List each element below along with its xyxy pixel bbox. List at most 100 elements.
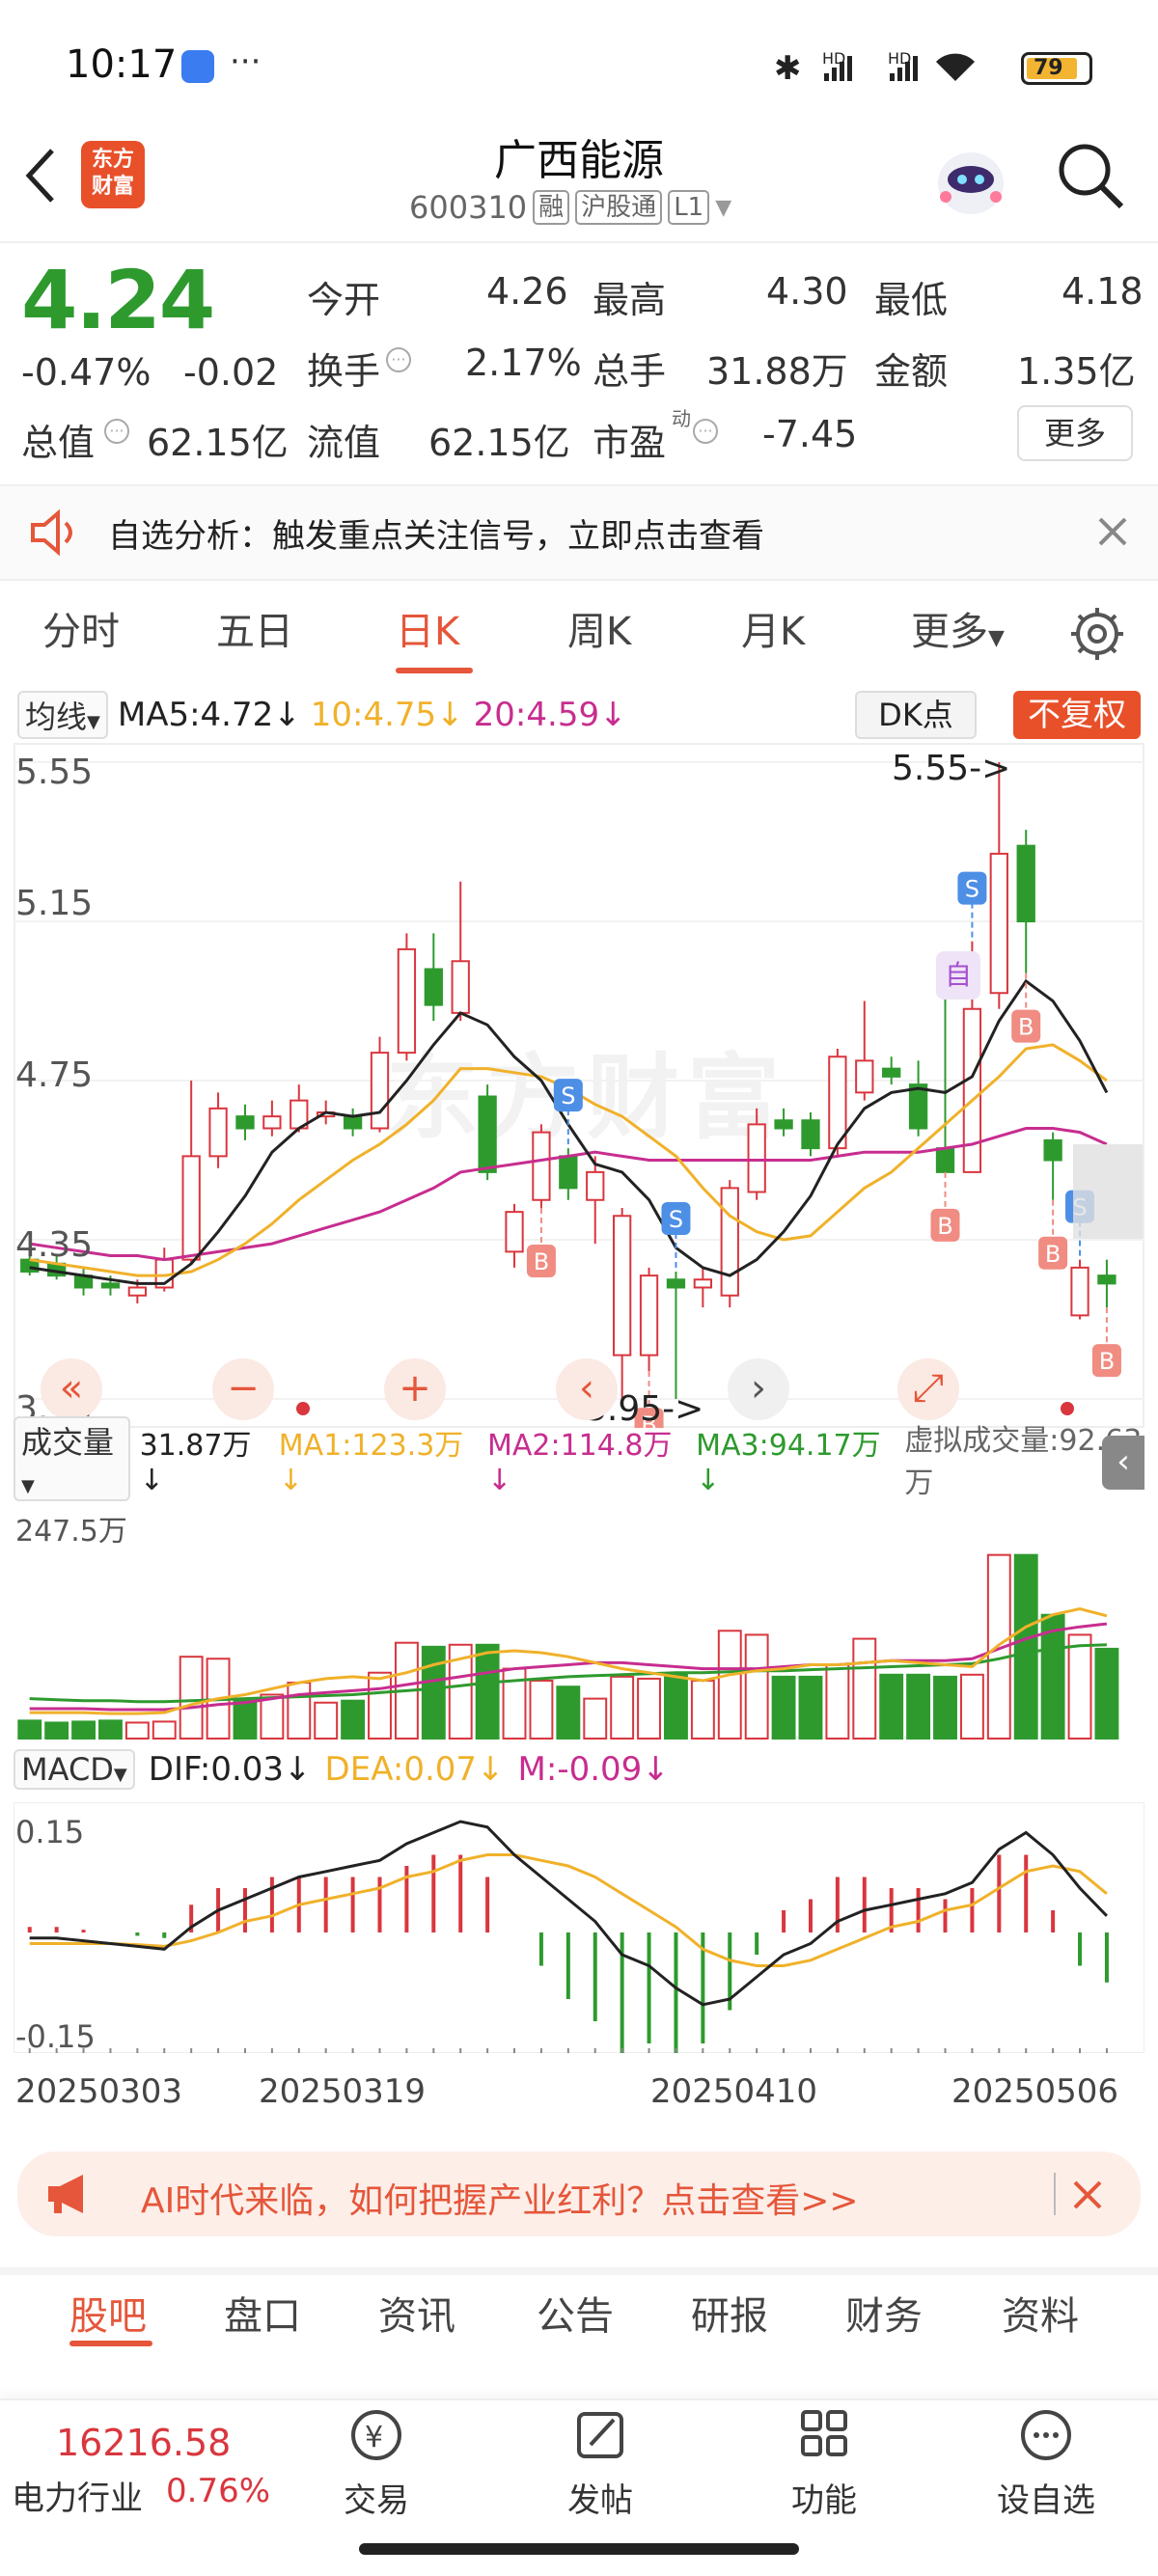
scroll-left-button[interactable]: ‹ — [556, 1358, 618, 1420]
function-button[interactable]: 功能 — [757, 2406, 892, 2521]
volume-bar — [287, 1682, 312, 1740]
more-button[interactable]: 更多 — [1017, 405, 1133, 461]
candle-body — [908, 1083, 928, 1130]
settings-gear-icon[interactable] — [1069, 606, 1125, 662]
tab-profile[interactable]: 资料 — [1002, 2285, 1079, 2341]
megaphone-icon — [48, 2175, 83, 2213]
candle-body — [127, 1286, 148, 1297]
app-notification-icon — [181, 50, 214, 83]
macd-bottom-label: -0.15 — [15, 2018, 96, 2055]
stock-code: 600310 — [409, 189, 528, 226]
zoom-out-button[interactable]: − — [212, 1358, 274, 1420]
change-amt: -0.02 — [183, 351, 279, 394]
close-ad-icon[interactable] — [1071, 2179, 1104, 2211]
signal-badge-label: S — [561, 1082, 575, 1110]
collapse-panel-button[interactable]: ‹ — [1102, 1436, 1144, 1490]
macd-indicator-row: MACD▼ DIF:0.03↓ DEA:0.07↓ M:-0.09↓ — [14, 1746, 670, 1793]
zoom-in-button[interactable]: + — [384, 1358, 446, 1420]
tab-more[interactable]: 更多▼ — [911, 600, 1005, 656]
level-tag: L1 — [668, 190, 710, 225]
kline-chart[interactable]: SSBBSBBBSB — [14, 743, 1144, 1428]
volume-bar — [368, 1671, 392, 1740]
tab-weekly-k[interactable]: 周K — [567, 600, 631, 656]
tab-five-day[interactable]: 五日 — [216, 600, 293, 656]
volume-bar — [44, 1721, 69, 1740]
volume-bar — [583, 1697, 608, 1740]
home-indicator[interactable] — [359, 2543, 799, 2555]
speaker-icon — [31, 509, 72, 556]
scroll-right-button[interactable]: › — [728, 1358, 789, 1420]
turnover-value: 2.17% — [465, 342, 582, 384]
info-dots-icon[interactable]: ··· — [104, 419, 129, 444]
tab-daily-k[interactable]: 日K — [396, 600, 459, 656]
high-label: 最高 — [593, 279, 667, 321]
add-watchlist-button[interactable]: 设自选 — [979, 2406, 1114, 2521]
volume-bar — [71, 1720, 96, 1740]
tab-announcement[interactable]: 公告 — [537, 2285, 614, 2341]
scroll-left-fast-button[interactable]: « — [41, 1358, 102, 1420]
max-price-label: 5.55-> — [892, 749, 1011, 788]
volume-dropdown[interactable]: 成交量▼ — [14, 1416, 130, 1501]
pe-label: 市盈 — [593, 422, 667, 464]
alert-dot — [1061, 1402, 1074, 1415]
candle-body — [424, 968, 443, 1006]
tab-monthly-k[interactable]: 月K — [741, 600, 805, 656]
ad-text[interactable]: AI时代来临，如何把握产业红利？点击查看>> — [141, 2173, 859, 2223]
change-pct: -0.47% — [21, 351, 152, 394]
volume-bar — [1094, 1647, 1119, 1740]
open-value: 4.26 — [486, 270, 568, 313]
volume-bar — [17, 1719, 42, 1740]
tab-research[interactable]: 研报 — [691, 2285, 768, 2341]
adjust-mode-button[interactable]: 不复权 — [1013, 691, 1141, 739]
close-icon[interactable] — [1096, 515, 1129, 548]
search-icon[interactable] — [1056, 141, 1125, 210]
volume-bar — [906, 1673, 931, 1740]
date-label: 20250506 — [951, 2072, 1119, 2111]
candle-body — [747, 1123, 766, 1193]
candle-body — [181, 1155, 201, 1261]
fullscreen-button[interactable]: ⤢ — [897, 1358, 959, 1420]
float-label: 流值 — [307, 422, 381, 464]
industry-index-value[interactable]: 16216.58 — [56, 2422, 231, 2464]
macd-chart[interactable] — [14, 1802, 1144, 2053]
content-tab-underline — [69, 2341, 152, 2346]
macd-top-label: 0.15 — [15, 1814, 85, 1850]
candle-body — [208, 1107, 228, 1158]
ad-divider — [1054, 2173, 1056, 2215]
volume-bar — [421, 1645, 446, 1740]
volume-chart[interactable] — [14, 1492, 1144, 1740]
dk-point-button[interactable]: DK点 — [855, 691, 977, 739]
volume-bar — [637, 1677, 661, 1740]
volume-bar — [314, 1701, 339, 1740]
robot-assistant-icon[interactable] — [932, 135, 1009, 222]
tab-pankou[interactable]: 盘口 — [224, 2285, 301, 2341]
industry-change[interactable]: 0.76% — [166, 2472, 270, 2510]
volume-bar — [179, 1656, 204, 1740]
post-button[interactable]: 发帖 — [533, 2406, 668, 2521]
ma-dropdown[interactable]: 均线▼ — [17, 691, 108, 739]
volume-bar — [1067, 1633, 1092, 1740]
battery-icon: 79 — [1021, 52, 1092, 85]
ma10-value: 10:4.75↓ — [310, 696, 464, 734]
industry-label[interactable]: 电力行业 — [12, 2472, 143, 2519]
tab-intraday[interactable]: 分时 — [42, 600, 120, 656]
tab-news[interactable]: 资讯 — [378, 2285, 455, 2341]
volume-value: 31.87万↓ — [139, 1428, 252, 1497]
candle-body — [505, 1211, 524, 1253]
candle-body — [612, 1215, 632, 1357]
macd-dropdown[interactable]: MACD▼ — [14, 1749, 135, 1790]
info-dots-icon[interactable]: ··· — [693, 419, 718, 444]
dropdown-triangle-icon[interactable]: ▼ — [715, 196, 731, 220]
date-label: 20250410 — [650, 2072, 818, 2111]
stock-code-row: 600310 融 沪股通 L1 ▼ — [409, 189, 731, 226]
signal-badge-label: S — [965, 876, 979, 903]
tab-guba[interactable]: 股吧 — [69, 2285, 147, 2341]
trade-button[interactable]: ¥ 交易 — [309, 2406, 444, 2521]
info-dots-icon[interactable]: ··· — [386, 347, 411, 372]
volume-bar — [879, 1673, 904, 1740]
candle-body — [720, 1187, 739, 1297]
self-select-marker[interactable]: 自 — [936, 951, 980, 1000]
pe-sup: 动 — [672, 407, 691, 430]
notice-text[interactable]: 自选分析：触发重点关注信号，立即点击查看 — [108, 509, 764, 557]
tab-finance[interactable]: 财务 — [845, 2285, 923, 2341]
